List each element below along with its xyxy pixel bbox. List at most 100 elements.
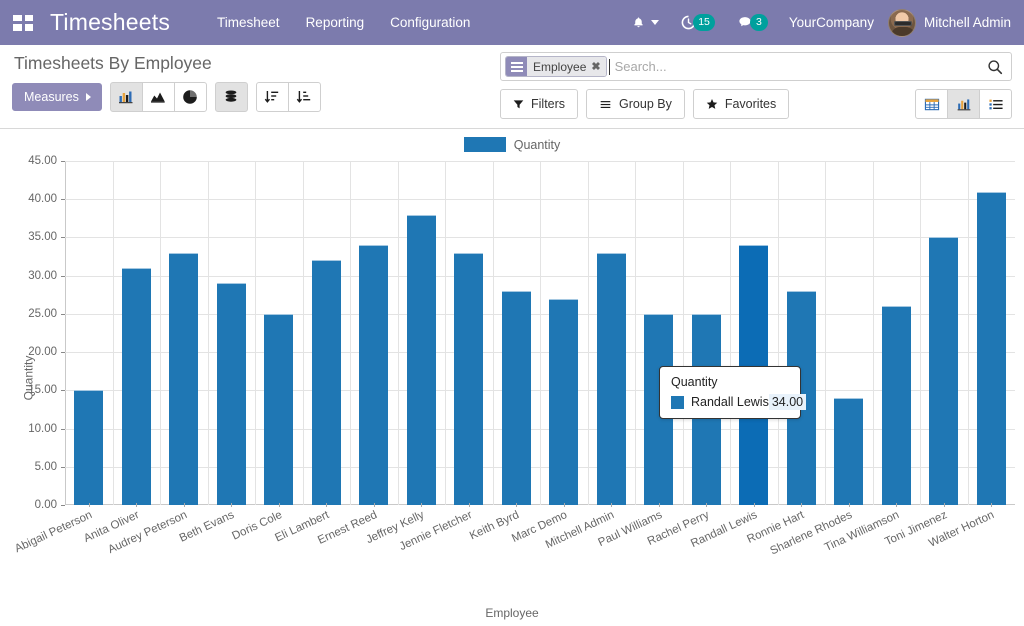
facet-label: Employee [533, 59, 587, 74]
x-axis-tick [801, 503, 803, 507]
x-axis-tick [943, 503, 945, 507]
bar[interactable] [264, 313, 294, 505]
bar-slot [825, 161, 873, 505]
bar-series [65, 161, 1015, 505]
top-navbar: Timesheets Timesheet Reporting Configura… [0, 0, 1024, 45]
bar[interactable] [881, 306, 911, 505]
bar[interactable] [976, 191, 1006, 505]
control-panel: Timesheets By Employee Measures Employee… [0, 45, 1024, 129]
x-axis-tick [753, 503, 755, 507]
apps-menu-button[interactable] [0, 0, 46, 45]
plot-area: 0.00 5.00 10.00 15.00 20.00 25.00 30.00 35.00 40… [28, 155, 1015, 511]
menu-item-reporting[interactable]: Reporting [306, 11, 365, 34]
legend-swatch [463, 137, 506, 152]
bar[interactable] [454, 252, 484, 505]
bar-slot [160, 161, 208, 505]
user-name-label: Mitchell Admin [923, 15, 1011, 30]
bar[interactable] [406, 214, 436, 505]
sort-descending-button[interactable] [255, 82, 289, 112]
bar-chart-icon [119, 91, 133, 104]
sort-ascending-button[interactable] [287, 82, 321, 112]
bar-slot [350, 161, 398, 505]
facet-remove-icon[interactable]: ✖ [591, 60, 600, 73]
y-axis-tick-label: 40.00 [28, 193, 65, 205]
bar[interactable] [169, 252, 199, 505]
line-chart-button[interactable] [141, 82, 175, 112]
search-bar[interactable]: Employee ✖ [500, 52, 1012, 81]
y-axis-tick-label: 0.00 [35, 499, 66, 511]
y-axis-tick-label: 30.00 [28, 270, 65, 282]
stacked-database-icon [225, 90, 237, 102]
user-menu[interactable]: Mitchell Admin [884, 8, 1011, 37]
pie-chart-button[interactable] [173, 82, 207, 112]
bar[interactable] [359, 245, 389, 505]
x-axis-tick [516, 503, 518, 507]
graph-view-button[interactable] [947, 89, 980, 119]
facet-label-wrap: Employee ✖ [527, 57, 606, 76]
bar[interactable] [834, 397, 864, 505]
x-axis-tick [706, 503, 708, 507]
bar[interactable] [596, 252, 626, 505]
x-axis-title: Employee [485, 606, 539, 620]
hamburger-icon [600, 100, 611, 108]
menu-item-timesheet[interactable]: Timesheet [217, 11, 280, 34]
company-switcher[interactable]: YourCompany [779, 15, 884, 30]
bar[interactable] [74, 390, 104, 505]
chevron-right-icon [85, 93, 91, 101]
y-axis-tick-label: 35.00 [28, 231, 65, 243]
bar-slot [208, 161, 256, 505]
x-axis-tick [468, 503, 470, 507]
bar-slot [255, 161, 303, 505]
bar[interactable] [929, 237, 959, 505]
menu-item-configuration[interactable]: Configuration [390, 11, 470, 34]
bar-chart-button[interactable] [109, 82, 143, 112]
x-axis-tick [326, 503, 328, 507]
main-menu: Timesheet Reporting Configuration [217, 11, 470, 34]
favorites-button[interactable]: Favorites [692, 89, 790, 119]
x-axis-tick [278, 503, 280, 507]
stacked-button[interactable] [214, 82, 248, 112]
chart-legend: Quantity [0, 137, 1024, 152]
bar-slot [730, 161, 778, 505]
search-input[interactable] [608, 58, 983, 75]
filters-button[interactable]: Filters [500, 89, 579, 119]
chart-tooltip: Quantity Randall Lewis 34.00 [659, 366, 807, 419]
group-by-facet-icon [506, 57, 527, 76]
tooltip-swatch [671, 395, 684, 409]
chart-type-group [109, 82, 207, 112]
group-by-button[interactable]: Group By [586, 89, 685, 119]
group-by-label: Group By [619, 97, 672, 111]
notifications-button[interactable] [621, 0, 670, 45]
bar-slot [113, 161, 161, 505]
sort-descending-icon [265, 91, 279, 103]
list-view-button[interactable] [979, 89, 1012, 119]
control-panel-right: Employee ✖ Filters [500, 52, 1012, 119]
avatar [887, 8, 916, 37]
page-title: Timesheets By Employee [14, 53, 212, 73]
bar-slot [540, 161, 588, 505]
activities-button[interactable]: 15 [670, 0, 726, 45]
pivot-view-button[interactable] [915, 89, 948, 119]
x-axis-tick [611, 503, 613, 507]
measures-button[interactable]: Measures [12, 83, 102, 111]
bar[interactable] [311, 260, 341, 505]
x-axis-tick [183, 503, 185, 507]
bar-slot [303, 161, 351, 505]
bar[interactable] [216, 283, 246, 505]
bar-slot [65, 161, 113, 505]
bar-slot [778, 161, 826, 505]
tooltip-title: Quantity [671, 375, 718, 389]
x-axis-tick [88, 503, 90, 507]
search-icon[interactable] [987, 59, 1003, 75]
x-axis-labels: Abigail Peterson Anita Oliver Audrey Peter… [13, 503, 1015, 577]
graph-toolbar: Measures [12, 82, 321, 112]
bar[interactable] [121, 268, 151, 505]
bar-slot [873, 161, 921, 505]
bar[interactable] [501, 290, 531, 505]
favorites-label: Favorites [724, 97, 777, 111]
messages-button[interactable]: 3 [726, 0, 779, 45]
x-axis-tick [658, 503, 660, 507]
bar[interactable] [549, 298, 579, 505]
search-facet-employee[interactable]: Employee ✖ [505, 56, 607, 77]
filters-label: Filters [531, 97, 566, 111]
